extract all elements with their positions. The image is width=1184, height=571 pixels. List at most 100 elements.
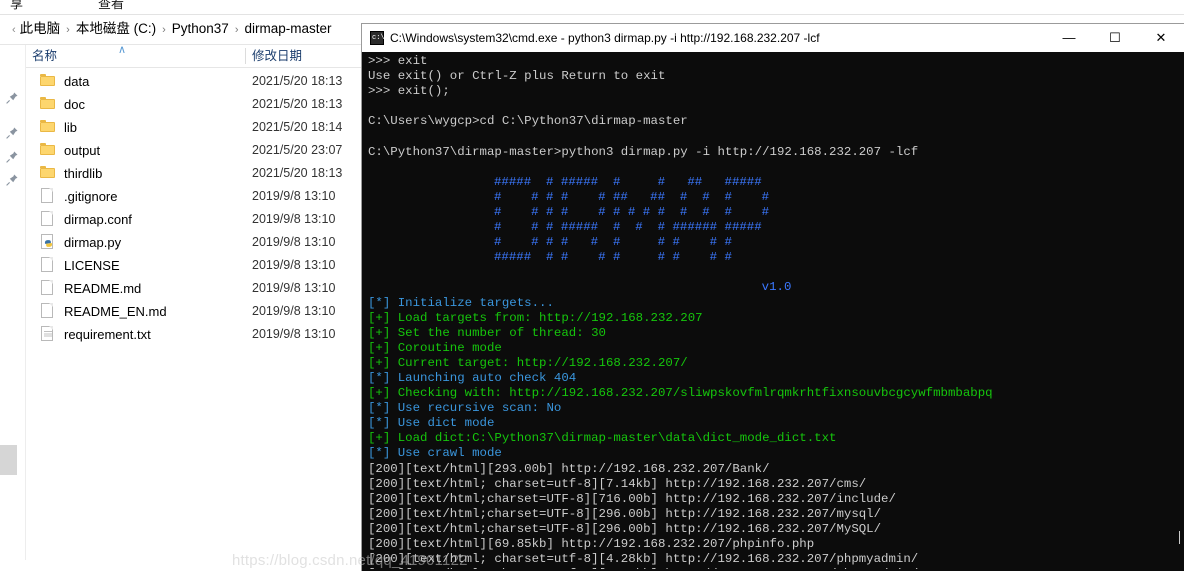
file-date-modified: 2019/9/8 13:10 xyxy=(252,212,336,226)
maximize-icon: ☐ xyxy=(1109,30,1121,45)
text-file-icon xyxy=(41,326,53,341)
breadcrumb-item-python37[interactable]: Python37 xyxy=(172,21,229,36)
python-file-icon xyxy=(41,234,53,249)
breadcrumb-separator-icon: › xyxy=(162,24,166,36)
log-message: Use recursive scan: No xyxy=(390,401,562,416)
csdn-blog-watermark: https://blog.csdn.net/qq_41901122 xyxy=(232,552,468,569)
file-name: .gitignore xyxy=(64,189,118,204)
log-level-tag: [+] xyxy=(368,431,391,446)
file-date-modified: 2019/9/8 13:10 xyxy=(252,304,336,318)
log-message: Current target: http://192.168.232.207/ xyxy=(390,355,688,370)
breadcrumb: ‹ 此电脑 › 本地磁盘 (C:) › Python37 › dirmap-master xyxy=(12,15,332,43)
terminal-result-line: [200][text/html;charset=UTF-8][296.00b] … xyxy=(368,506,882,521)
file-name: README.md xyxy=(64,281,142,296)
ribbon-tab-share[interactable]: 享 xyxy=(10,0,23,12)
document-icon xyxy=(41,257,53,272)
file-name: thirdlib xyxy=(64,166,103,181)
file-name: output xyxy=(64,143,101,158)
folder-icon xyxy=(40,166,55,178)
pin-icon[interactable] xyxy=(5,126,19,140)
minimize-button[interactable]: — xyxy=(1046,24,1092,52)
sort-ascending-icon: ∧ xyxy=(118,44,127,56)
terminal-log-line: [+] Coroutine mode xyxy=(368,341,1182,356)
terminal-result-line: [200][text/html; charset=utf-8][7.14kb] … xyxy=(368,476,867,491)
terminal-title: C:\Windows\system32\cmd.exe - python3 di… xyxy=(390,31,820,45)
log-level-tag: [+] xyxy=(368,355,391,370)
pin-icon[interactable] xyxy=(5,150,19,164)
file-date-modified: 2019/9/8 13:10 xyxy=(252,189,336,203)
console-icon-glyph: c:\ xyxy=(372,34,385,42)
document-icon xyxy=(41,280,53,295)
log-level-tag: [*] xyxy=(368,401,391,416)
terminal-line: >>> exit xyxy=(368,54,428,68)
log-message: Checking with: http://192.168.232.207/sl… xyxy=(390,386,993,401)
breadcrumb-separator-icon: › xyxy=(234,24,239,36)
breadcrumb-item-local-disk[interactable]: 本地磁盘 (C:) xyxy=(76,21,156,36)
terminal-log-line: [*] Use recursive scan: No xyxy=(368,401,1182,416)
ribbon-tab-view[interactable]: 查看 xyxy=(98,0,124,12)
file-date-modified: 2021/5/20 18:13 xyxy=(252,166,343,180)
log-message: Load targets from: http://192.168.232.20… xyxy=(390,310,703,325)
terminal-line: >>> exit(); xyxy=(368,84,450,99)
file-list-item[interactable]: dirmap.py 2019/9/8 13:10 xyxy=(26,231,356,254)
pin-icon[interactable] xyxy=(5,91,19,105)
log-level-tag: [+] xyxy=(368,340,391,355)
log-message: Coroutine mode xyxy=(390,340,502,355)
document-icon xyxy=(41,303,53,318)
breadcrumb-item-dirmap-master[interactable]: dirmap-master xyxy=(244,21,331,36)
folder-icon xyxy=(40,143,55,155)
file-list-item[interactable]: lib 2021/5/20 18:14 xyxy=(26,116,356,139)
terminal-line: C:\Users\wygcp>cd C:\Python37\dirmap-mas… xyxy=(368,114,688,129)
navigation-scrollbar-thumb[interactable] xyxy=(0,445,17,475)
terminal-result-line: [200][text/html][293.00b] http://192.168… xyxy=(368,461,770,476)
file-name: dirmap.py xyxy=(64,235,122,250)
log-message: Load dict:C:\Python37\dirmap-master\data… xyxy=(390,431,837,446)
terminal-result-line: [200][text/html;charset=UTF-8][296.00b] … xyxy=(368,521,882,536)
maximize-button[interactable]: ☐ xyxy=(1092,24,1138,52)
column-header-name[interactable]: 名称 xyxy=(32,45,57,67)
terminal-result-line: [200][text/html;charset=UTF-8][716.00b] … xyxy=(368,491,896,506)
file-list-item[interactable]: output 2021/5/20 23:07 xyxy=(26,139,356,162)
file-date-modified: 2019/9/8 13:10 xyxy=(252,235,336,249)
terminal-log-line: [*] Initialize targets... xyxy=(368,296,1182,311)
log-level-tag: [+] xyxy=(368,310,391,325)
file-name: doc xyxy=(64,97,85,112)
dirmap-ascii-banner: ##### # ##### # # ## ##### # # # # # ## … xyxy=(494,174,792,295)
breadcrumb-back-chevron-icon[interactable]: ‹ xyxy=(12,24,20,36)
log-message: Launching auto check 404 xyxy=(390,370,577,385)
breadcrumb-item-this-pc[interactable]: 此电脑 xyxy=(20,21,61,36)
terminal-log-line: [*] Use dict mode xyxy=(368,416,1182,431)
column-divider[interactable] xyxy=(245,48,246,64)
ribbon-tab-strip: 享 查看 xyxy=(0,0,1184,14)
close-button[interactable]: ✕ xyxy=(1138,24,1184,52)
terminal-title-bar[interactable]: c:\ C:\Windows\system32\cmd.exe - python… xyxy=(362,24,1184,52)
file-list-item[interactable]: LICENSE 2019/9/8 13:10 xyxy=(26,254,356,277)
log-level-tag: [*] xyxy=(368,446,391,461)
file-list-item[interactable]: requirement.txt 2019/9/8 13:10 xyxy=(26,323,356,346)
terminal-log-line: [*] Launching auto check 404 xyxy=(368,371,1182,386)
console-icon: c:\ xyxy=(370,31,385,45)
folder-icon xyxy=(40,74,55,86)
file-list-item[interactable]: doc 2021/5/20 18:13 xyxy=(26,93,356,116)
folder-icon xyxy=(40,120,55,132)
log-level-tag: [+] xyxy=(368,325,391,340)
file-list-item[interactable]: README_EN.md 2019/9/8 13:10 xyxy=(26,300,356,323)
terminal-line: Use exit() or Ctrl-Z plus Return to exit xyxy=(368,69,666,84)
pin-icon[interactable] xyxy=(5,173,19,187)
folder-icon xyxy=(40,97,55,109)
file-list-item[interactable]: thirdlib 2021/5/20 18:13 xyxy=(26,162,356,185)
terminal-output[interactable]: >>> exit Use exit() or Ctrl-Z plus Return… xyxy=(364,52,1182,569)
file-name: data xyxy=(64,74,90,89)
file-list-item[interactable]: dirmap.conf 2019/9/8 13:10 xyxy=(26,208,356,231)
terminal-log-line: [+] Load dict:C:\Python37\dirmap-master\… xyxy=(368,431,1182,446)
file-list-item[interactable]: README.md 2019/9/8 13:10 xyxy=(26,277,356,300)
column-header-date-modified[interactable]: 修改日期 xyxy=(252,45,302,67)
log-level-tag: [*] xyxy=(368,370,391,385)
terminal-log-line: [+] Checking with: http://192.168.232.20… xyxy=(368,386,1182,401)
file-list-item[interactable]: .gitignore 2019/9/8 13:10 xyxy=(26,185,356,208)
file-list-item[interactable]: data 2021/5/20 18:13 xyxy=(26,70,356,93)
file-date-modified: 2021/5/20 18:13 xyxy=(252,97,343,111)
file-date-modified: 2021/5/20 18:14 xyxy=(252,120,343,134)
